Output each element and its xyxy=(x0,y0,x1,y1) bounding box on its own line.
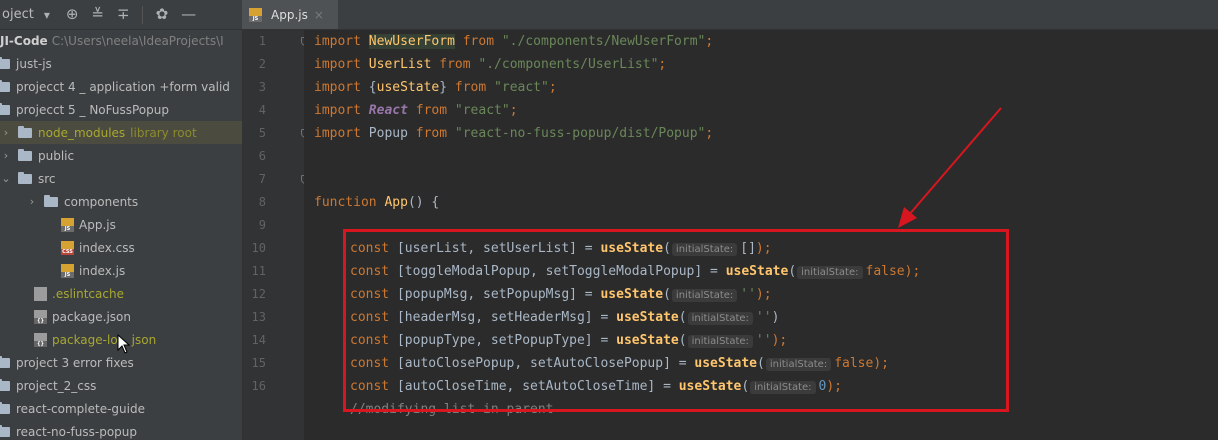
line-number: 12 xyxy=(251,287,266,301)
tree-item-project-2-css[interactable]: project_2_css xyxy=(0,374,242,397)
hide-panel-icon[interactable]: — xyxy=(181,7,196,22)
folder-icon xyxy=(0,56,10,69)
annotation-arrow-icon xyxy=(898,107,1002,228)
folder-icon xyxy=(0,401,10,414)
toolbar-divider xyxy=(141,5,143,24)
close-tab-icon[interactable]: × xyxy=(314,8,324,22)
tree-item-projecct-5[interactable]: projecct 5 _ NoFussPopup xyxy=(0,98,242,121)
tree-item-components[interactable]: › components xyxy=(0,190,242,213)
editor-tab-bar: JS App.js × xyxy=(242,0,1218,30)
js-file-icon: JS xyxy=(61,217,74,232)
tree-item-react-complete-guide[interactable]: react-complete-guide xyxy=(0,397,242,420)
annotation-highlight-box xyxy=(343,229,1009,412)
code-line: import NewUserForm from "./components/Ne… xyxy=(314,34,714,49)
folder-icon xyxy=(0,79,10,92)
json-file-icon: {} xyxy=(34,332,47,347)
folder-icon xyxy=(18,148,32,161)
tree-item-project-3[interactable]: project 3 error fixes xyxy=(0,351,242,374)
js-file-icon: JS xyxy=(249,7,262,22)
folder-icon xyxy=(0,424,10,437)
collapse-all-icon[interactable]: ∓ xyxy=(117,7,130,22)
tree-item-just-js[interactable]: just-js xyxy=(0,52,242,75)
line-number: 2 xyxy=(258,57,266,71)
line-number: 15 xyxy=(251,356,266,370)
css-file-icon: CSS xyxy=(61,240,74,255)
folder-icon xyxy=(0,378,10,391)
code-line: import {useState} from "react"; xyxy=(314,80,557,95)
code-line: import React from "react"; xyxy=(314,103,518,118)
expand-all-icon[interactable]: ≚ xyxy=(91,7,104,22)
tab-label: App.js xyxy=(271,7,308,22)
chevron-right-icon[interactable]: › xyxy=(0,126,12,139)
chevron-down-icon[interactable]: ▾ xyxy=(44,9,50,21)
code-line: function App() { xyxy=(314,195,440,210)
project-view-label[interactable]: oject xyxy=(2,7,34,22)
tree-item-index-css[interactable]: CSS index.css xyxy=(0,236,242,259)
tree-item-node-modules[interactable]: › node_modules library root xyxy=(0,121,242,144)
locate-icon[interactable]: ⊕ xyxy=(66,7,79,22)
line-number-gutter: 1 2 3 4 5 6 7 8 9 10 11 12 13 14 15 16 xyxy=(242,30,310,440)
tree-item-public[interactable]: › public xyxy=(0,144,242,167)
line-number: 14 xyxy=(251,333,266,347)
tree-item-root[interactable]: JI-Code C:\Users\neela\IdeaProjects\I xyxy=(0,30,242,52)
line-number: 6 xyxy=(258,149,266,163)
line-number: 13 xyxy=(251,310,266,324)
tab-app-js[interactable]: JS App.js × xyxy=(242,0,338,29)
code-line: import UserList from "./components/UserL… xyxy=(314,57,667,72)
tree-item-index-js[interactable]: JS index.js xyxy=(0,259,242,282)
js-file-icon: JS xyxy=(61,263,74,278)
tree-item-app-js[interactable]: JS App.js xyxy=(0,213,242,236)
line-number: 1 xyxy=(258,34,266,48)
chevron-right-icon[interactable]: › xyxy=(0,149,12,162)
folder-icon xyxy=(44,194,58,207)
tree-item-package-json[interactable]: {} package.json xyxy=(0,305,242,328)
folder-icon xyxy=(0,355,10,368)
line-number: 7 xyxy=(258,172,266,186)
project-tree: JI-Code C:\Users\neela\IdeaProjects\I ju… xyxy=(0,30,242,440)
chevron-down-icon[interactable]: ⌄ xyxy=(0,172,12,185)
chevron-right-icon[interactable]: › xyxy=(26,195,38,208)
line-number: 10 xyxy=(251,241,266,255)
folder-icon xyxy=(18,125,32,138)
line-number: 4 xyxy=(258,103,266,117)
line-number: 5 xyxy=(258,126,266,140)
gear-icon[interactable]: ✿ xyxy=(156,7,169,22)
line-number: 8 xyxy=(258,195,266,209)
folder-icon xyxy=(18,171,32,184)
cache-file-icon xyxy=(34,286,47,301)
code-line: import Popup from "react-no-fuss-popup/d… xyxy=(314,126,714,141)
mouse-cursor-icon xyxy=(117,334,131,354)
tree-item-eslintcache[interactable]: .eslintcache xyxy=(0,282,242,305)
tree-item-src[interactable]: ⌄ src xyxy=(0,167,242,190)
project-toolbar: oject ▾ ⊕ ≚ ∓ ✿ — xyxy=(0,0,242,30)
line-number: 9 xyxy=(258,218,266,232)
tree-item-react-no-fuss-popup[interactable]: react-no-fuss-popup xyxy=(0,420,242,440)
line-number: 11 xyxy=(251,264,266,278)
folder-icon xyxy=(0,102,10,115)
line-number: 16 xyxy=(251,379,266,393)
line-number: 3 xyxy=(258,80,266,94)
json-file-icon: {} xyxy=(34,309,47,324)
tree-item-projecct-4[interactable]: projecct 4 _ application +form valid xyxy=(0,75,242,98)
